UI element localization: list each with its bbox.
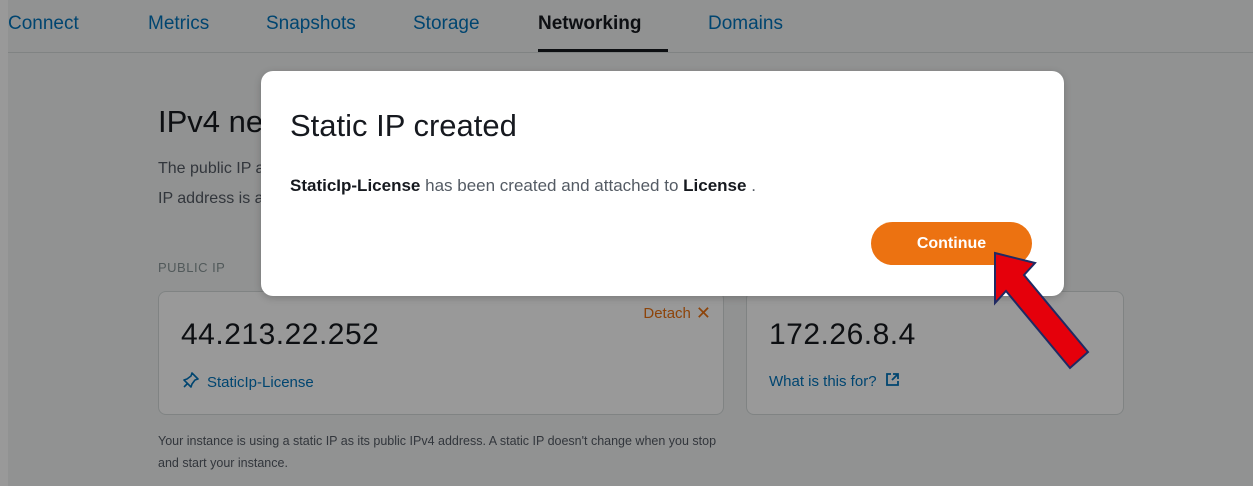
resource-name: StaticIp-License [290, 176, 421, 195]
message-end: . [751, 176, 756, 195]
instance-name: License [683, 176, 747, 195]
message-middle: has been created and attached to [425, 176, 679, 195]
dialog-title: Static IP created [290, 108, 517, 143]
static-ip-created-dialog: Static IP created StaticIp-License has b… [261, 71, 1064, 296]
dialog-message: StaticIp-License has been created and at… [290, 176, 756, 196]
red-arrow-icon [994, 251, 1090, 370]
